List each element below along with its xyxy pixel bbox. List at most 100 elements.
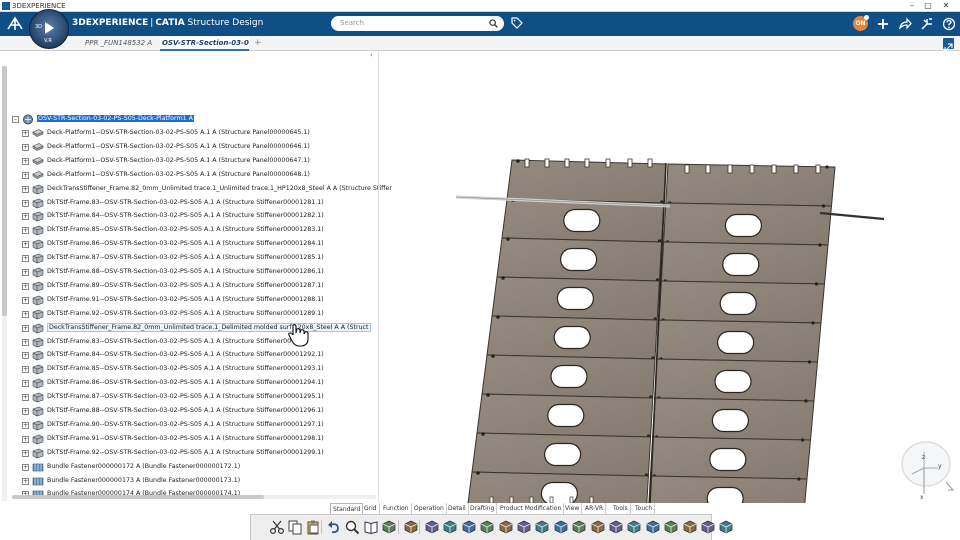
minimize-button[interactable]: – — [904, 0, 920, 12]
add-icon[interactable] — [876, 17, 890, 31]
tree-expander-icon[interactable]: + — [22, 449, 29, 457]
panel-divider[interactable] — [378, 52, 379, 502]
fullscreen-button[interactable] — [943, 38, 954, 52]
brand-title: 3DEXPERIENCE | CATIA Structure Design — [72, 18, 264, 28]
tree-expander-icon[interactable]: + — [22, 143, 29, 151]
tools-icon[interactable] — [920, 17, 934, 31]
tree-expander-icon[interactable]: + — [22, 366, 29, 374]
search-input[interactable]: Search — [331, 16, 504, 31]
tree-expander-icon[interactable]: + — [22, 269, 29, 276]
tree-expander-icon[interactable]: + — [22, 421, 29, 429]
tree-node-label: DkTStf-Frame.86--OSV-STR-Section-03-02-P… — [47, 379, 324, 387]
extend-icon[interactable] — [571, 519, 587, 535]
hand-cursor-icon — [288, 324, 309, 347]
member-icon[interactable] — [516, 519, 532, 535]
deck-platform-model[interactable] — [380, 51, 960, 519]
fastener-icon[interactable] — [682, 519, 698, 535]
tree-node-label: Deck-Platform1--OSV-STR-Section-03-02-PS… — [47, 156, 310, 164]
zoom-icon[interactable] — [344, 519, 360, 535]
section-tab-view[interactable]: View — [563, 503, 583, 514]
tree-vertical-scroll-thumb[interactable] — [2, 66, 7, 316]
seam-icon[interactable] — [645, 519, 661, 535]
corner-icon[interactable] — [608, 519, 624, 535]
tree-expander-icon[interactable]: + — [22, 435, 29, 443]
help-icon[interactable] — [942, 17, 956, 31]
tree-node-label: DkTStf-Frame.86--OSV-STR-Section-03-02-P… — [47, 240, 324, 248]
dassault-logo-icon[interactable] — [6, 16, 24, 32]
notification-dot — [864, 15, 869, 20]
tree-expander-icon[interactable]: + — [22, 213, 29, 221]
share-icon[interactable] — [898, 17, 912, 31]
filter-icon[interactable] — [381, 519, 397, 535]
section-tab-function[interactable]: Function — [381, 503, 412, 514]
tree-expander-icon[interactable]: + — [22, 408, 29, 415]
tree-node-label: Deck-Platform1--OSV-STR-Section-03-02-PS… — [47, 129, 310, 136]
opening-icon[interactable] — [479, 519, 495, 535]
orientation-compass[interactable]: z y x — [898, 438, 954, 500]
paste-icon[interactable] — [305, 519, 321, 535]
tree-expander-icon[interactable]: + — [22, 310, 29, 318]
bracket-icon[interactable] — [442, 519, 458, 535]
endcut-icon[interactable] — [626, 519, 642, 535]
stiffener-icon — [32, 420, 44, 431]
3d-viewport[interactable] — [380, 51, 960, 519]
section-tab-touch[interactable]: Touch — [633, 503, 656, 514]
section-tab-ar-vr[interactable]: AR-VR — [583, 503, 607, 514]
tree-node-label: DkTStf-Frame.87--OSV-STR-Section-03-02-P… — [47, 393, 324, 401]
cut-icon[interactable] — [269, 519, 285, 535]
section-tab-product-modification[interactable]: Product Modification — [498, 503, 565, 514]
axis-z-label: z — [922, 454, 925, 461]
section-tab-standard[interactable]: Standard — [330, 503, 364, 514]
part-icon[interactable] — [718, 519, 734, 535]
tree-expander-icon[interactable]: + — [22, 171, 29, 179]
tree-expander-icon[interactable]: + — [22, 185, 29, 193]
tree-expander-icon[interactable]: + — [22, 255, 29, 263]
tree-expander-icon[interactable]: + — [22, 352, 29, 360]
tree-expander-icon[interactable]: + — [22, 394, 29, 402]
cutout-icon[interactable] — [534, 519, 550, 535]
search-icon[interactable] — [489, 19, 498, 28]
plate-icon[interactable] — [403, 519, 419, 535]
section-tab-operation[interactable]: Operation — [412, 503, 447, 514]
stiffener-icon — [32, 225, 44, 236]
add-tab-button[interactable]: + — [254, 38, 262, 48]
tree-expander-icon[interactable]: + — [22, 338, 29, 346]
section-tab-detail[interactable]: Detail — [446, 503, 469, 514]
tree-expander-icon[interactable]: + — [22, 477, 29, 485]
stiffener-tool-icon[interactable] — [424, 519, 440, 535]
tree-expander-icon[interactable]: – — [12, 116, 19, 123]
stiffener-icon — [32, 323, 44, 334]
panel-collapse-handle[interactable]: ‹ — [370, 51, 378, 63]
tree-expander-icon[interactable]: + — [22, 282, 29, 290]
tree-expander-icon[interactable]: + — [22, 324, 29, 332]
trim-icon[interactable] — [590, 519, 606, 535]
tree-expander-icon[interactable]: + — [22, 380, 29, 388]
tree-expander-icon[interactable]: + — [22, 199, 29, 207]
app-header: 3DEXPERIENCE | CATIA Structure Design Sear… — [0, 12, 960, 36]
section-tab-tools[interactable]: Tools — [611, 503, 631, 514]
profile-icon[interactable] — [498, 519, 514, 535]
maximize-button[interactable]: ▢ — [920, 0, 936, 12]
stiffener-icon — [32, 281, 44, 292]
compass-widget[interactable]: 3D V.R — [29, 9, 69, 49]
section-tab-grid[interactable]: Grid — [362, 503, 380, 514]
copy-icon[interactable] — [287, 519, 303, 535]
tree-expander-icon[interactable]: + — [22, 463, 29, 471]
tab-ppr[interactable]: PPR _FUN148532 A — [85, 36, 157, 51]
tab-osv-section[interactable]: OSV-STR-Section-03-02-P — [160, 36, 249, 51]
slot-icon[interactable] — [461, 519, 477, 535]
book-icon[interactable] — [363, 519, 379, 535]
close-button[interactable]: ✕ — [938, 0, 954, 12]
panel-icon[interactable] — [700, 519, 716, 535]
tree-expander-icon[interactable]: + — [22, 241, 29, 249]
weld-icon[interactable] — [663, 519, 679, 535]
split-icon[interactable] — [553, 519, 569, 535]
tree-expander-icon[interactable]: + — [22, 157, 29, 165]
section-tab-drafting[interactable]: Drafting — [468, 503, 498, 514]
tree-expander-icon[interactable]: + — [22, 227, 29, 235]
tree-expander-icon[interactable]: + — [22, 130, 29, 137]
tag-icon[interactable] — [511, 17, 523, 30]
undo-icon[interactable] — [326, 519, 342, 535]
tree-expander-icon[interactable]: + — [22, 296, 29, 304]
tree-horizontal-scroll-thumb[interactable] — [12, 495, 264, 499]
